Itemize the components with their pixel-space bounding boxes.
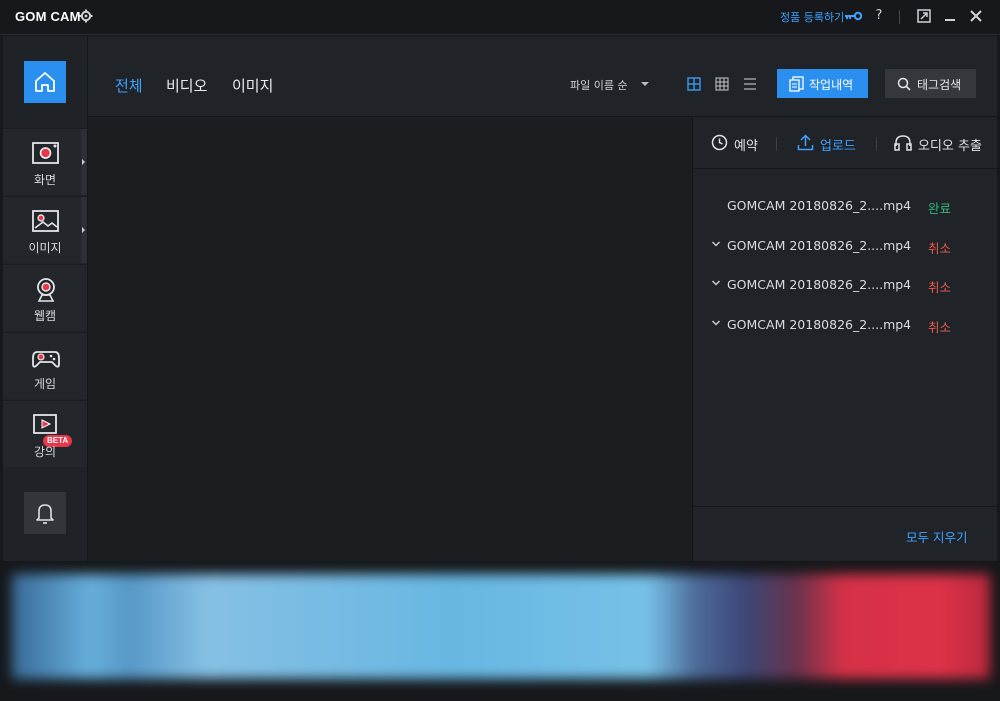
content-header: 전체 비디오 이미지 파일 이름 순 작업내역 태그검색 [88, 36, 997, 117]
register-license-link[interactable]: 정품 등록하기 [780, 9, 844, 25]
chevron-down-icon[interactable] [711, 318, 721, 328]
mini-mode-icon[interactable] [916, 8, 932, 24]
sidebar-item-label: 강의 [33, 445, 57, 459]
sidebar-item-game[interactable]: 게임 [3, 332, 87, 399]
work-history-button[interactable]: 작업내역 [777, 69, 868, 98]
tab-divider [876, 137, 877, 151]
upload-row[interactable]: GOMCAM 20180826_2....mp4 완료 [693, 194, 998, 218]
tab-image[interactable]: 이미지 [232, 75, 273, 96]
tab-schedule-label: 예약 [734, 139, 758, 154]
submenu-arrow-icon[interactable] [82, 227, 85, 233]
chevron-down-icon[interactable] [641, 82, 649, 86]
tab-all[interactable]: 전체 [115, 75, 143, 96]
headphones-icon [894, 135, 912, 151]
large-grid-view-icon[interactable] [687, 77, 701, 91]
upload-row[interactable]: GOMCAM 20180826_2....mp4 취소 [693, 313, 998, 337]
screen-record-icon [32, 142, 59, 164]
clock-icon [711, 134, 728, 151]
status-badge: 취소 [928, 280, 952, 295]
notification-button[interactable] [24, 492, 66, 534]
app-logo: GOM CAM [15, 9, 81, 24]
webcam-icon [37, 278, 55, 302]
file-name: GOMCAM 20180826_2....mp4 [727, 317, 912, 332]
upload-icon [797, 134, 814, 151]
sidebar-item-screen[interactable]: 화면 [3, 128, 87, 195]
title-bar: GOM CAM 정품 등록하기 ? [0, 0, 1000, 35]
gamepad-icon [32, 351, 60, 368]
sidebar-item-label: 게임 [33, 377, 57, 391]
submenu-arrow-icon[interactable] [82, 159, 85, 165]
tab-video[interactable]: 비디오 [166, 75, 207, 96]
sort-dropdown[interactable]: 파일 이름 순 [570, 77, 628, 93]
home-icon [35, 72, 55, 92]
document-icon [789, 76, 804, 92]
sidebar-item-webcam[interactable]: 웹캠 [3, 264, 87, 331]
task-panel-tabs: 예약 업로드 오디오 추출 [693, 117, 998, 169]
ad-banner[interactable] [12, 574, 990, 679]
task-panel-footer: 모두 지우기 [693, 506, 998, 561]
sidebar-item-label: 화면 [33, 173, 57, 187]
tab-upload-label: 업로드 [820, 139, 856, 154]
tab-divider [776, 137, 777, 151]
bell-icon [36, 504, 54, 524]
sidebar-item-label: 웹캠 [33, 309, 57, 323]
upload-row[interactable]: GOMCAM 20180826_2....mp4 취소 [693, 234, 998, 258]
list-view-icon[interactable] [743, 77, 757, 91]
tag-search-label: 태그검색 [917, 78, 962, 92]
settings-gear-icon[interactable] [79, 9, 93, 23]
clear-all-button[interactable]: 모두 지우기 [906, 527, 967, 546]
status-badge: 취소 [928, 320, 952, 335]
file-name: GOMCAM 20180826_2....mp4 [727, 277, 912, 292]
sidebar-item-label: 이미지 [28, 241, 62, 255]
status-badge: 취소 [928, 241, 952, 256]
file-name: GOMCAM 20180826_2....mp4 [727, 198, 912, 213]
image-icon [32, 210, 59, 232]
sidebar-item-image[interactable]: 이미지 [3, 196, 87, 263]
home-button[interactable] [24, 61, 66, 103]
media-grid-area [88, 117, 692, 561]
upload-row[interactable]: GOMCAM 20180826_2....mp4 취소 [693, 273, 998, 297]
titlebar-divider [899, 10, 900, 24]
tab-audio-extract-label: 오디오 추출 [918, 139, 982, 154]
work-history-label: 작업내역 [809, 78, 854, 92]
chevron-down-icon[interactable] [711, 239, 721, 249]
close-icon[interactable] [968, 8, 984, 24]
task-panel: 예약 업로드 오디오 추출 GOMCAM 20180826_2....mp4 완… [692, 117, 998, 561]
minimize-icon[interactable] [942, 8, 958, 24]
key-icon[interactable] [844, 10, 862, 22]
small-grid-view-icon[interactable] [715, 77, 729, 91]
file-name: GOMCAM 20180826_2....mp4 [727, 238, 912, 253]
status-badge: 완료 [928, 201, 952, 216]
tag-search-button[interactable]: 태그검색 [885, 69, 976, 98]
help-button[interactable]: ? [871, 8, 887, 24]
search-icon [897, 77, 911, 91]
chevron-down-icon[interactable] [711, 278, 721, 288]
sidebar-item-lecture[interactable]: BETA 강의 [3, 400, 87, 467]
